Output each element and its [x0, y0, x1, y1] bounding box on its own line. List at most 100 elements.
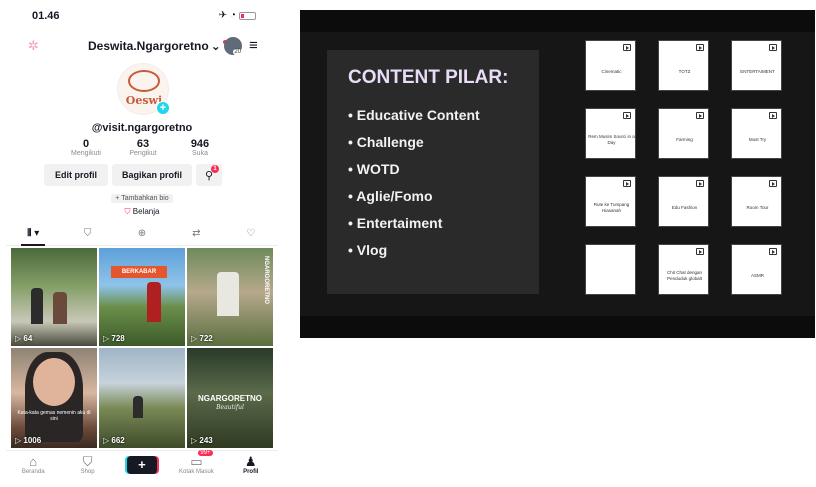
shop-icon: ⛉	[83, 228, 92, 239]
reel-icon	[696, 112, 704, 119]
content-card: Edu Fashion	[658, 176, 709, 227]
content-card	[585, 244, 636, 295]
status-time: 01.46	[32, 10, 60, 22]
home-icon: ⌂	[29, 454, 38, 469]
content-card: ASMR	[731, 244, 782, 295]
avatar-notification-icon[interactable]: 20	[224, 37, 242, 55]
tab-videos[interactable]: ⦀ ▾	[13, 228, 53, 246]
video-thumbnail[interactable]: ▷ 662	[99, 348, 185, 448]
pillar-item: WOTD	[348, 161, 480, 188]
card-label	[588, 259, 635, 293]
account-switcher[interactable]: Deswita.Ngargoretno ⌄	[88, 39, 227, 53]
creator-tools-icon[interactable]: ✲	[28, 38, 39, 54]
person-figure	[217, 272, 239, 316]
video-thumbnail[interactable]: NGARGORETNO Beautiful ▷ 243	[187, 348, 273, 448]
repost-icon: ⇄	[192, 228, 201, 239]
video-thumbnail[interactable]: ▷ 64	[11, 248, 97, 346]
tiktok-profile-screen: 01.46 ✈ ◔ ✲ Deswita.Ngargoretno ⌄ 20 ≡ O…	[6, 0, 278, 487]
tab-shop[interactable]: ⛉	[68, 228, 108, 245]
stat-followers[interactable]: 63 Pengikut	[115, 138, 171, 157]
view-count: ▷ 243	[191, 436, 213, 445]
edit-profile-button[interactable]: Edit profil	[44, 164, 108, 186]
pillar-item: Entertaiment	[348, 215, 480, 242]
view-count-value: 722	[199, 334, 213, 343]
video-thumbnail[interactable]: BERKABAR ▷ 728	[99, 248, 185, 346]
view-count-value: 728	[111, 334, 125, 343]
view-count: ▷ 728	[103, 334, 125, 343]
face	[33, 358, 75, 406]
menu-icon[interactable]: ≡	[249, 37, 258, 54]
reel-icon	[623, 44, 631, 51]
create-plus-icon: +	[126, 456, 157, 474]
stat-value: 63	[136, 138, 150, 150]
card-label: Rem Musim Sourci in a Day	[588, 134, 635, 145]
nav-shop[interactable]: ⛉ Shop	[63, 454, 113, 475]
stat-following[interactable]: 0 Mengikuti	[58, 138, 114, 157]
shopping-bag-icon: ⛉	[82, 454, 93, 469]
video-thumbnail[interactable]: Kata-kata gemas nemenin aku di sini ▷ 10…	[11, 348, 97, 448]
reel-icon	[623, 180, 631, 187]
grid-icon: ⦀ ▾	[27, 228, 40, 239]
stat-label: Pengikut	[129, 150, 157, 157]
stat-value: 0	[82, 138, 90, 150]
pillar-item: Challenge	[348, 134, 480, 161]
nav-label: Beranda	[21, 469, 45, 475]
share-profile-button[interactable]: Bagikan profil	[112, 164, 192, 186]
slide-top-band	[300, 10, 815, 32]
inbox-badge: 99+	[198, 450, 213, 456]
nav-inbox[interactable]: ▭ 99+ Kotak Masuk	[171, 450, 221, 475]
nav-home[interactable]: ⌂ Beranda	[8, 454, 58, 475]
nav-profile[interactable]: ♟ Profil	[226, 454, 276, 475]
add-avatar-icon[interactable]: +	[156, 101, 170, 115]
notification-count: 20	[233, 49, 242, 55]
shop-link-label: Belanja	[132, 207, 160, 216]
content-card: Rem Musim Sourci in a Day	[585, 108, 636, 159]
stat-label: Suka	[192, 150, 208, 157]
content-card: Farming	[658, 108, 709, 159]
profile-handle: @visit.ngargoretno	[91, 122, 193, 134]
nav-label: Kotak Masuk	[179, 469, 214, 475]
content-card: ENTERTAIMENT	[731, 40, 782, 91]
tab-reposts[interactable]: ⇄	[176, 228, 216, 245]
airplane-icon: ✈	[218, 10, 227, 21]
tab-private[interactable]: ⊕	[122, 228, 162, 245]
person-figure	[147, 282, 161, 322]
shopping-bag-icon: ⛉	[124, 207, 131, 216]
video-overlay-text: Kata-kata gemas nemenin aku di sini	[17, 410, 91, 422]
video-overlay-text: BERKABAR	[111, 266, 167, 278]
pillar-list: Educative Content Challenge WOTD Aglie/F…	[348, 107, 480, 269]
card-label: Edu Fashion	[671, 205, 698, 211]
pillar-item: Vlog	[348, 242, 480, 269]
view-count: ▷ 64	[15, 334, 33, 343]
reel-icon	[696, 44, 704, 51]
profile-header: ✲ Deswita.Ngargoretno ⌄ 20 ≡	[6, 36, 278, 58]
view-count-value: 1006	[23, 436, 42, 445]
view-count-value: 243	[199, 436, 213, 445]
bottom-navigation: ⌂ Beranda ⛉ Shop + ▭ 99+ Kotak Masuk ♟ P…	[6, 450, 278, 487]
reel-icon	[769, 248, 777, 255]
system-icons: ✈ ◔	[219, 10, 256, 21]
add-bio-link[interactable]: + Tambahkan bio	[6, 194, 278, 203]
add-friend-button[interactable]: ⚲ 1	[196, 164, 222, 186]
card-label: Room Tour	[746, 205, 769, 211]
content-card: Must Try	[731, 108, 782, 159]
tab-liked[interactable]: ♡	[231, 228, 271, 245]
slide-bottom-band	[300, 316, 815, 338]
shop-link[interactable]: ⛉ Belanja	[6, 207, 278, 217]
profile-tabs: ⦀ ▾ ⛉ ⊕ ⇄ ♡	[6, 228, 278, 246]
logo-icon	[128, 70, 160, 92]
card-label: Must Try	[748, 137, 767, 143]
video-thumbnail[interactable]: NGARGORETNO ▷ 722	[187, 248, 273, 346]
card-label: ENTERTAIMENT	[740, 69, 775, 75]
content-card: Rute ke Tumpang Hiasanah	[585, 176, 636, 227]
card-label: Chit Chat dengan Penduduk globalt	[666, 270, 703, 281]
profile-stats: 0 Mengikuti 63 Pengikut 946 Suka	[58, 138, 228, 157]
stat-label: Mengikuti	[71, 150, 101, 157]
add-friend-badge: 1	[211, 165, 219, 173]
stat-likes[interactable]: 946 Suka	[172, 138, 228, 157]
reel-icon	[623, 112, 631, 119]
person-figure	[31, 288, 43, 324]
view-count-value: 64	[23, 334, 33, 343]
nav-create[interactable]: +	[117, 454, 167, 474]
person-figure	[53, 292, 67, 324]
